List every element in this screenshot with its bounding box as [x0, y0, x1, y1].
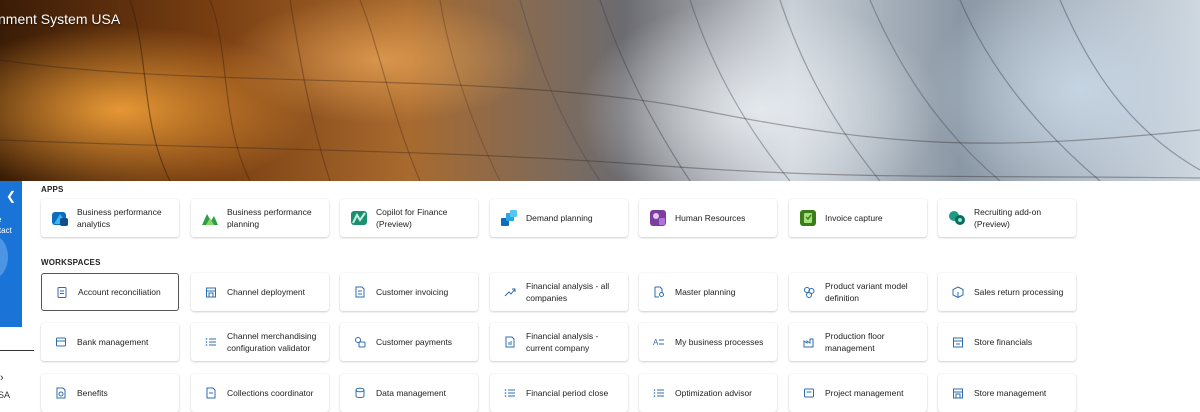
side-card-text-2: ontact [0, 226, 12, 235]
workspace-tile-data-management[interactable]: Data management [340, 374, 478, 412]
tile-label: Recruiting add-on (Preview) [974, 207, 1042, 229]
workspace-tile-project-management[interactable]: Project management [789, 374, 927, 412]
svg-text:A: A [653, 338, 659, 347]
app-tile-invoice-capture[interactable]: Invoice capture [789, 199, 927, 237]
tile-label: Collections coordinator [227, 388, 314, 398]
advisor-list-icon [653, 387, 665, 399]
database-icon [354, 387, 366, 399]
workspaces-section-label: WORKSPACES [41, 258, 101, 267]
banner-metal-texture [0, 0, 1200, 181]
list-check-icon [205, 336, 217, 348]
invoice-icon [354, 286, 366, 298]
workspace-tile-collections-coordinator[interactable]: Collections coordinator [191, 374, 329, 412]
environment-title: nment System USA [0, 11, 121, 27]
tile-label: Sales return processing [974, 287, 1064, 297]
tile-label: Financial period close [526, 388, 609, 398]
tile-label: Bank management [77, 337, 149, 347]
side-label: SA [0, 390, 11, 400]
tile-label: Production floor management [825, 331, 885, 353]
app-tile-demand-planning[interactable]: Demand planning [490, 199, 628, 237]
tile-label: Optimization advisor [675, 388, 753, 398]
tile-label: Project management [825, 388, 904, 398]
workspace-tile-my-business-processes[interactable]: A My business processes [639, 323, 777, 361]
hero-banner: nment System USA [0, 0, 1200, 181]
tile-label: Customer invoicing [376, 287, 449, 297]
tile-label: Copilot for Finance (Preview) [376, 207, 448, 229]
workspace-tile-benefits[interactable]: Benefits [41, 374, 179, 412]
workspace-tile-financial-analysis-all[interactable]: Financial analysis - all companies [490, 273, 628, 311]
document-chart-icon [504, 336, 516, 348]
trend-icon [504, 286, 516, 298]
human-resources-icon [649, 209, 667, 227]
store-manage-icon [952, 387, 964, 399]
box-return-icon [952, 286, 964, 298]
workspace-tile-channel-merchandising[interactable]: Channel merchandising configuration vali… [191, 323, 329, 361]
tile-label: Account reconciliation [78, 287, 161, 297]
side-card-text: e [0, 215, 1, 224]
workspace-tile-customer-invoicing[interactable]: Customer invoicing [340, 273, 478, 311]
chevron-right-icon[interactable]: › [0, 372, 4, 384]
tile-label: Business performance analytics [77, 207, 162, 229]
workspace-tile-store-financials[interactable]: Store financials [938, 323, 1076, 361]
store-icon [205, 286, 217, 298]
factory-icon [803, 336, 815, 348]
cubes-icon [803, 286, 815, 298]
process-list-icon: A [653, 336, 665, 348]
store-finance-icon [952, 336, 964, 348]
payment-icon [354, 336, 366, 348]
tile-label: Demand planning [526, 213, 593, 223]
tile-label: Store management [974, 388, 1047, 398]
chevron-left-icon[interactable]: ❮ [6, 189, 16, 203]
tile-label: Channel deployment [227, 287, 305, 297]
workspace-tile-bank-management[interactable]: Bank management [41, 323, 179, 361]
clipboard-icon [56, 286, 68, 298]
workspace-tile-product-variant-model[interactable]: Product variant model definition [789, 273, 927, 311]
tile-label: Financial analysis - all companies [526, 281, 610, 303]
recruiting-icon [948, 209, 966, 227]
apps-section-label: APPS [41, 185, 64, 194]
tile-label: Product variant model definition [825, 281, 908, 303]
avatar [0, 236, 8, 278]
copilot-finance-icon [350, 209, 368, 227]
workspace-tile-store-management[interactable]: Store management [938, 374, 1076, 412]
workspace-tile-optimization-advisor[interactable]: Optimization advisor [639, 374, 777, 412]
tile-label: Customer payments [376, 337, 453, 347]
tile-label: Data management [376, 388, 446, 398]
tile-label: Master planning [675, 287, 736, 297]
demand-planning-icon [500, 209, 518, 227]
workspace-tile-master-planning[interactable]: Master planning [639, 273, 777, 311]
collections-icon [205, 387, 217, 399]
checklist-icon [504, 387, 516, 399]
business-performance-planning-icon [201, 209, 219, 227]
workspace-tile-customer-payments[interactable]: Customer payments [340, 323, 478, 361]
business-performance-analytics-icon [51, 209, 69, 227]
tile-label: My business processes [675, 337, 764, 347]
divider [0, 350, 34, 351]
workspace-tile-channel-deployment[interactable]: Channel deployment [191, 273, 329, 311]
app-tile-business-performance-analytics[interactable]: Business performance analytics [41, 199, 179, 237]
benefits-icon [55, 387, 67, 399]
tile-label: Benefits [77, 388, 108, 398]
tile-label: Financial analysis - current company [526, 331, 599, 353]
app-tile-human-resources[interactable]: Human Resources [639, 199, 777, 237]
app-tile-copilot-finance[interactable]: Copilot for Finance (Preview) [340, 199, 478, 237]
tile-label: Human Resources [675, 213, 746, 223]
invoice-capture-icon [799, 209, 817, 227]
tile-label: Store financials [974, 337, 1033, 347]
workspace-tile-production-floor[interactable]: Production floor management [789, 323, 927, 361]
workspace-tile-account-reconciliation[interactable]: Account reconciliation [41, 273, 179, 311]
tile-label: Invoice capture [825, 213, 883, 223]
workspace-tile-sales-return-processing[interactable]: Sales return processing [938, 273, 1076, 311]
project-icon [803, 387, 815, 399]
app-tile-recruiting-add-on[interactable]: Recruiting add-on (Preview) [938, 199, 1076, 237]
side-card[interactable]: ❮ e ontact [0, 181, 22, 327]
workspace-tile-financial-analysis-current[interactable]: Financial analysis - current company [490, 323, 628, 361]
tile-label: Channel merchandising configuration vali… [227, 331, 317, 353]
document-search-icon [653, 286, 665, 298]
app-tile-business-performance-planning[interactable]: Business performance planning [191, 199, 329, 237]
bank-icon [55, 336, 67, 348]
workspace-tile-financial-period-close[interactable]: Financial period close [490, 374, 628, 412]
tile-label: Business performance planning [227, 207, 312, 229]
